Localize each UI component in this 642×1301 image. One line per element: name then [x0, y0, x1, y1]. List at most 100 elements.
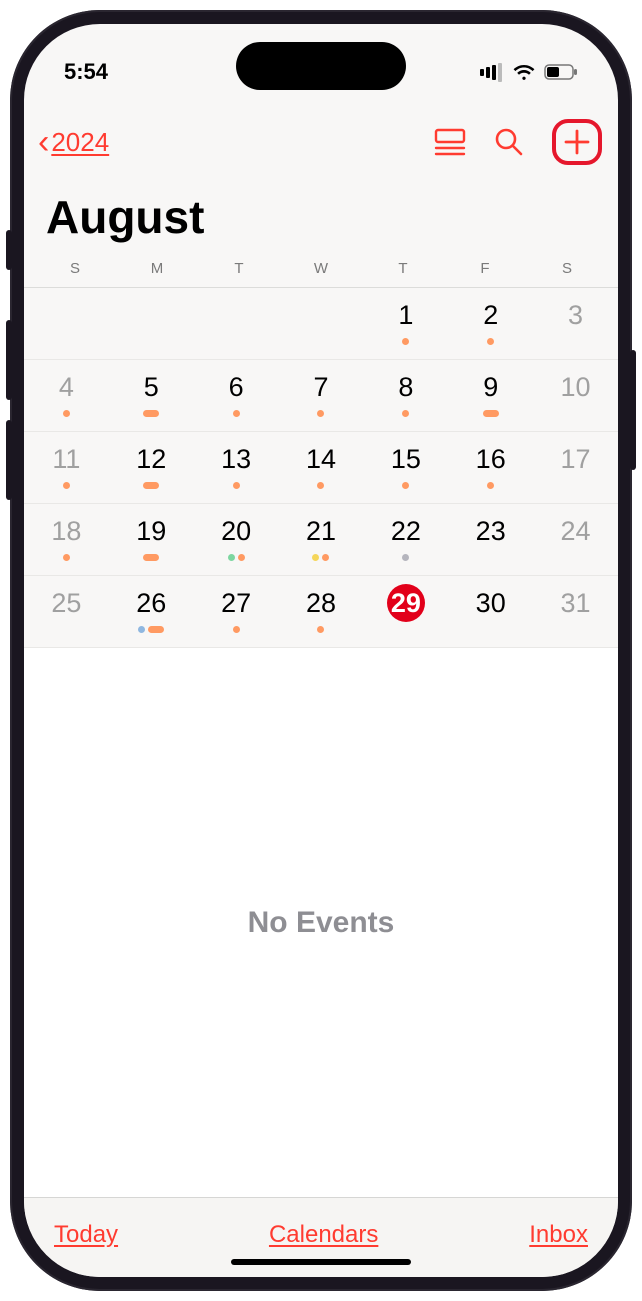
day-number — [302, 296, 340, 334]
event-dot — [138, 626, 145, 633]
event-dots — [63, 408, 70, 418]
event-dot — [483, 410, 499, 417]
volume-up — [6, 320, 12, 400]
status-right — [480, 63, 578, 82]
today-button[interactable]: Today — [54, 1221, 118, 1249]
event-dot — [228, 554, 235, 561]
day-19[interactable]: 19 — [109, 504, 194, 576]
day-number — [217, 296, 255, 334]
day-13[interactable]: 13 — [194, 432, 279, 504]
weekday-label: S — [526, 260, 608, 277]
event-dot — [402, 554, 409, 561]
search-icon[interactable] — [494, 127, 524, 157]
day-number: 7 — [302, 368, 340, 406]
chevron-left-icon: ‹ — [38, 125, 49, 159]
day-1[interactable]: 1 — [363, 288, 448, 360]
day-20[interactable]: 20 — [194, 504, 279, 576]
day-number: 28 — [302, 584, 340, 622]
nav-bar: ‹ 2024 — [24, 102, 618, 172]
day-26[interactable]: 26 — [109, 576, 194, 648]
back-to-year-button[interactable]: ‹ 2024 — [38, 125, 109, 159]
day-18[interactable]: 18 — [24, 504, 109, 576]
event-dots — [312, 552, 329, 562]
add-event-button[interactable] — [552, 119, 602, 165]
home-indicator[interactable] — [231, 1259, 411, 1265]
weekday-header: SMTWTFS — [24, 256, 618, 288]
day-8[interactable]: 8 — [363, 360, 448, 432]
event-dot — [317, 482, 324, 489]
day-3[interactable]: 3 — [533, 288, 618, 360]
day-number: 3 — [557, 296, 595, 334]
day-empty — [109, 288, 194, 360]
event-dot — [487, 482, 494, 489]
day-7[interactable]: 7 — [279, 360, 364, 432]
no-events-label: No Events — [248, 906, 395, 940]
day-number: 13 — [217, 440, 255, 478]
year-label: 2024 — [51, 127, 109, 158]
day-number: 26 — [132, 584, 170, 622]
day-21[interactable]: 21 — [279, 504, 364, 576]
inbox-button[interactable]: Inbox — [529, 1221, 588, 1249]
day-10[interactable]: 10 — [533, 360, 618, 432]
day-2[interactable]: 2 — [448, 288, 533, 360]
day-6[interactable]: 6 — [194, 360, 279, 432]
bottom-toolbar: Today Calendars Inbox — [24, 1197, 618, 1277]
day-number: 12 — [132, 440, 170, 478]
event-dot — [63, 554, 70, 561]
events-empty-state: No Events — [24, 647, 618, 1197]
event-dots — [402, 408, 409, 418]
event-dots — [63, 552, 70, 562]
day-29[interactable]: 29 — [363, 576, 448, 648]
day-number: 11 — [47, 440, 85, 478]
day-25[interactable]: 25 — [24, 576, 109, 648]
event-dots — [487, 480, 494, 490]
event-dot — [148, 626, 164, 633]
day-17[interactable]: 17 — [533, 432, 618, 504]
day-number: 6 — [217, 368, 255, 406]
day-number: 27 — [217, 584, 255, 622]
day-24[interactable]: 24 — [533, 504, 618, 576]
event-dots — [483, 408, 499, 418]
cellular-signal-icon — [480, 63, 504, 82]
day-number: 30 — [472, 584, 510, 622]
event-dots — [402, 552, 409, 562]
day-22[interactable]: 22 — [363, 504, 448, 576]
day-23[interactable]: 23 — [448, 504, 533, 576]
silence-switch — [6, 230, 12, 270]
device-frame: 5:54 ‹ 2024 — [10, 10, 632, 1291]
weekday-label: T — [198, 260, 280, 277]
calendars-button[interactable]: Calendars — [269, 1221, 378, 1249]
day-number: 29 — [387, 584, 425, 622]
power-button — [630, 350, 636, 470]
event-dots — [317, 408, 324, 418]
day-4[interactable]: 4 — [24, 360, 109, 432]
day-12[interactable]: 12 — [109, 432, 194, 504]
day-number — [47, 296, 85, 334]
day-number: 8 — [387, 368, 425, 406]
day-30[interactable]: 30 — [448, 576, 533, 648]
day-5[interactable]: 5 — [109, 360, 194, 432]
battery-icon — [544, 64, 578, 80]
event-dot — [402, 482, 409, 489]
day-14[interactable]: 14 — [279, 432, 364, 504]
day-15[interactable]: 15 — [363, 432, 448, 504]
day-9[interactable]: 9 — [448, 360, 533, 432]
weekday-label: M — [116, 260, 198, 277]
list-view-icon[interactable] — [434, 128, 466, 156]
nav-actions — [434, 119, 598, 165]
event-dots — [317, 624, 324, 634]
day-28[interactable]: 28 — [279, 576, 364, 648]
day-31[interactable]: 31 — [533, 576, 618, 648]
day-number: 5 — [132, 368, 170, 406]
day-11[interactable]: 11 — [24, 432, 109, 504]
day-27[interactable]: 27 — [194, 576, 279, 648]
event-dots — [487, 336, 494, 346]
day-number: 2 — [472, 296, 510, 334]
day-16[interactable]: 16 — [448, 432, 533, 504]
day-number: 15 — [387, 440, 425, 478]
day-empty — [279, 288, 364, 360]
event-dot — [63, 482, 70, 489]
event-dot — [233, 410, 240, 417]
day-number: 23 — [472, 512, 510, 550]
event-dot — [233, 482, 240, 489]
